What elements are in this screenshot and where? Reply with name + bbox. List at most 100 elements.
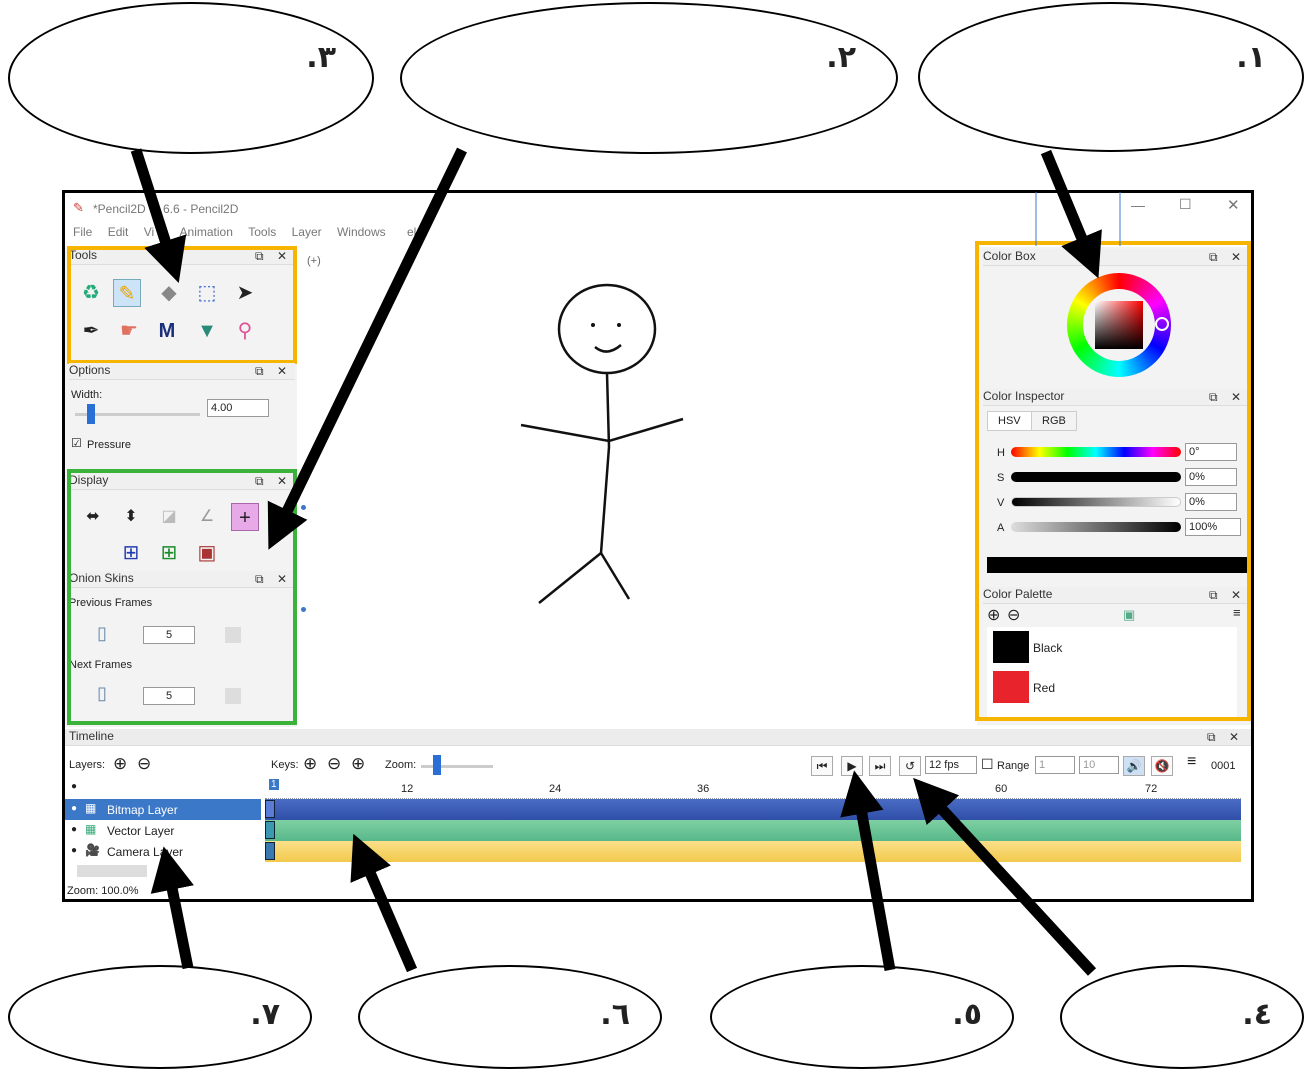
zoom-slider-handle[interactable]	[433, 755, 441, 775]
options-panel-title: Options	[69, 363, 111, 377]
fps-input[interactable]: 12 fps	[925, 756, 977, 774]
dock-handle[interactable]	[301, 607, 306, 612]
layer-name[interactable]: Bitmap Layer	[107, 803, 178, 817]
keys-label: Keys:	[271, 759, 299, 771]
menu-tools[interactable]: Tools	[248, 225, 276, 239]
callout-bubble-3: .٣	[8, 2, 374, 154]
track-bitmap[interactable]	[265, 799, 1241, 820]
maximize-icon[interactable]: ☐	[1179, 196, 1192, 213]
next-frame-button[interactable]: ⏭	[869, 756, 891, 776]
float-icon[interactable]: ⧉	[255, 364, 264, 379]
timeline-title: Timeline	[69, 729, 114, 743]
range-end-input[interactable]: 10	[1079, 756, 1119, 774]
range-label: Range	[997, 760, 1030, 772]
pencil2d-window: ✎ *Pencil2D 6.6 - Pencil2D — ☐ ✕ File Ed…	[62, 190, 1254, 902]
callout-bubble-5: .٥	[710, 965, 1014, 1069]
horizontal-scrollbar[interactable]	[77, 865, 147, 877]
zoom-label: Zoom:	[385, 759, 417, 771]
window-title-tail: 6.6 - Pencil2D	[163, 202, 239, 216]
menu-help[interactable]: elp	[407, 225, 423, 239]
checkbox-icon[interactable]: ☑	[71, 436, 82, 450]
title-bar: ✎ *Pencil2D 6.6 - Pencil2D — ☐ ✕	[65, 193, 1251, 223]
layer-name[interactable]: Vector Layer	[107, 824, 174, 838]
ruler-label: 36	[697, 783, 710, 795]
tools-highlight	[67, 246, 297, 364]
width-input[interactable]: 4.00	[207, 399, 269, 417]
options-panel-header: Options ⧉ ✕	[69, 363, 295, 380]
sound-on-icon[interactable]: 🔊	[1123, 756, 1145, 776]
visibility-icon[interactable]: ●	[71, 845, 77, 856]
range-start-input[interactable]: 1	[1035, 756, 1075, 774]
callout-number: .١	[1236, 40, 1266, 75]
camera-layer-icon: 🎥	[85, 843, 100, 857]
sound-mute-icon[interactable]: 🔇	[1151, 756, 1173, 776]
callout-bubble-2: .٢	[400, 2, 898, 154]
menu-layer[interactable]: Layer	[292, 225, 322, 239]
callout-number: .٤	[1242, 997, 1272, 1032]
range-checkbox-icon[interactable]: ☐	[981, 756, 994, 773]
visibility-icon[interactable]: ●	[71, 824, 77, 835]
callout-number: .٦	[600, 997, 630, 1032]
close-panel-icon[interactable]: ✕	[1229, 730, 1239, 744]
callout-number: .٧	[250, 997, 280, 1032]
menu-windows[interactable]: Windows	[337, 225, 386, 239]
drawing-canvas[interactable]	[299, 247, 975, 727]
canvas-crosshair-icon: (+)	[307, 255, 321, 267]
layer-row-vector[interactable]: ● ▦ Vector Layer	[65, 820, 261, 841]
ruler-label: 24	[549, 783, 562, 795]
callout-bubble-4: .٤	[1060, 965, 1304, 1069]
visibility-icon[interactable]: ●	[71, 803, 77, 814]
app-logo-icon: ✎	[73, 200, 84, 215]
layers-label: Layers:	[69, 759, 106, 771]
keyframe[interactable]	[265, 842, 275, 860]
remove-layer-icon[interactable]: ⊖	[137, 754, 151, 774]
add-key-icon[interactable]: ⊕	[303, 754, 317, 774]
track-vector[interactable]	[265, 820, 1241, 841]
layer-name[interactable]: Camera Layer	[107, 845, 183, 859]
bitmap-layer-icon: ▦	[85, 801, 97, 815]
timeline-menu-icon[interactable]: ≡	[1187, 753, 1196, 771]
frame-ruler[interactable]: 1 12 24 36 60 72	[265, 779, 1241, 799]
previous-frame-button[interactable]: ⏮	[811, 756, 833, 776]
layer-row-bitmap[interactable]: ● ▦ Bitmap Layer	[65, 799, 261, 820]
display-onion-highlight	[67, 469, 297, 725]
loop-button[interactable]: ↺	[899, 756, 921, 776]
ruler-label: 1	[269, 779, 279, 790]
pressure-label: Pressure	[87, 439, 132, 451]
timeline-header: Timeline ⧉ ✕	[65, 729, 1251, 746]
width-slider-handle[interactable]	[87, 404, 95, 424]
close-panel-icon[interactable]: ✕	[277, 364, 287, 378]
menu-file[interactable]: File	[73, 225, 92, 239]
layer-visibility-icon[interactable]: ●	[71, 781, 77, 792]
menu-bar: File Edit Vi Animation Tools Layer Windo…	[65, 225, 427, 245]
ruler-label: 72	[1145, 783, 1158, 795]
menu-edit[interactable]: Edit	[108, 225, 129, 239]
track-camera[interactable]	[265, 841, 1241, 862]
status-zoom: Zoom: 100.0%	[67, 885, 139, 897]
duplicate-key-icon[interactable]: ⊕	[351, 754, 365, 774]
keyframe[interactable]	[265, 800, 275, 818]
callout-number: .٢	[826, 40, 856, 75]
ruler-label: 12	[401, 783, 414, 795]
width-label: Width:	[71, 389, 103, 401]
add-layer-icon[interactable]: ⊕	[113, 754, 127, 774]
menu-view[interactable]: Vi	[144, 225, 154, 239]
callout-bubble-6: .٦	[358, 965, 662, 1069]
minimize-icon[interactable]: —	[1131, 197, 1145, 213]
remove-key-icon[interactable]: ⊖	[327, 754, 341, 774]
vector-layer-icon: ▦	[85, 822, 97, 836]
zoom-slider[interactable]	[421, 765, 493, 768]
keyframe[interactable]	[265, 821, 275, 839]
close-icon[interactable]: ✕	[1227, 196, 1240, 214]
float-icon[interactable]: ⧉	[1207, 730, 1216, 745]
right-dock-highlight	[975, 241, 1251, 721]
frame-counter: 0001	[1211, 760, 1236, 772]
callout-number: .٣	[306, 40, 336, 75]
menu-animation[interactable]: Animation	[180, 225, 233, 239]
window-title: *Pencil2D	[93, 202, 146, 216]
layer-row-camera[interactable]: ● 🎥 Camera Layer	[65, 841, 261, 862]
stick-figure	[520, 283, 684, 604]
callout-number: .٥	[952, 997, 982, 1032]
play-button[interactable]: ▶	[841, 756, 863, 776]
dock-handle[interactable]	[301, 505, 306, 510]
